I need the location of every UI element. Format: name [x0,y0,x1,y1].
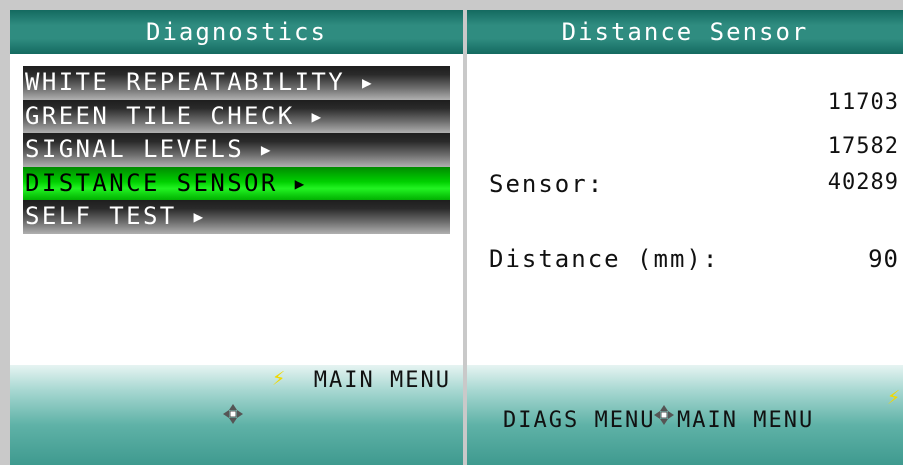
diagnostics-title-bar: Diagnostics [10,10,463,54]
menu-item-label: SIGNAL LEVELS [25,135,245,164]
menu-item-self-test[interactable]: SELF TEST ▶ [23,200,450,234]
arrow-right-icon: ▶ [294,173,307,193]
diags-menu-softkey[interactable]: DIAGS MENU [503,408,655,433]
menu-item-distance-sensor[interactable]: DISTANCE SENSOR ▶ [23,166,450,201]
arrow-right-icon: ▶ [362,73,375,92]
distance-sensor-panel: Distance Sensor 11703 17582 40289 Sensor… [467,10,903,465]
distance-label: Distance (mm): [489,245,720,273]
sensor-reading-3: 40289 [827,170,899,195]
menu-item-label: DISTANCE SENSOR [25,168,278,197]
lightning-icon: ⚡ [887,385,901,410]
main-menu-softkey[interactable]: MAIN MENU [314,368,451,393]
sensor-reading-1: 11703 [827,90,899,115]
menu-item-green-tile-check[interactable]: GREEN TILE CHECK ▶ [23,99,450,134]
arrow-right-icon: ▶ [260,140,273,160]
main-menu-softkey[interactable]: MAIN MENU [677,408,814,433]
menu-item-label: GREEN TILE CHECK [25,101,295,130]
distance-sensor-title: Distance Sensor [561,18,809,46]
diagnostics-menu: WHITE REPEATABILITY ▶ GREEN TILE CHECK ▶… [23,66,450,234]
menu-item-white-repeatability[interactable]: WHITE REPEATABILITY ▶ [23,66,450,100]
menu-item-label: WHITE REPEATABILITY [25,68,346,96]
dpad-icon [653,404,675,426]
distance-value: 90 [868,245,899,273]
arrow-right-icon: ▶ [193,207,206,227]
arrow-right-icon: ▶ [311,106,324,126]
menu-item-signal-levels[interactable]: SIGNAL LEVELS ▶ [23,133,450,167]
menu-item-label: SELF TEST [25,202,177,231]
diagnostics-title: Diagnostics [146,18,327,46]
lightning-icon: ⚡ [272,366,286,391]
sensor-label: Sensor: [489,170,605,198]
dpad-icon [222,403,244,425]
diagnostics-panel: Diagnostics WHITE REPEATABILITY ▶ GREEN … [10,10,463,465]
sensor-reading-2: 17582 [827,134,899,159]
distance-sensor-title-bar: Distance Sensor [467,10,903,54]
